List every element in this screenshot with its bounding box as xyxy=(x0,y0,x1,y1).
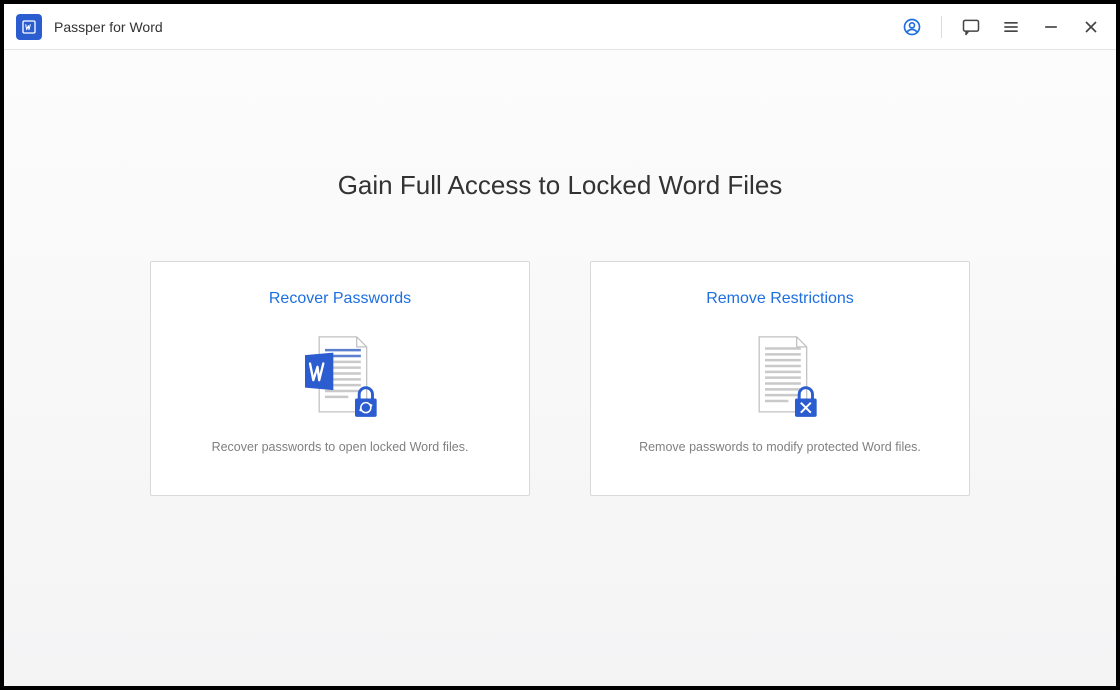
page-heading: Gain Full Access to Locked Word Files xyxy=(338,170,783,201)
card-description: Recover passwords to open locked Word fi… xyxy=(212,440,469,454)
title-bar: Passper for Word xyxy=(4,4,1116,50)
option-cards: Recover Passwords xyxy=(150,261,970,496)
recover-document-icon xyxy=(290,326,390,426)
minimize-button[interactable] xyxy=(1040,16,1062,38)
titlebar-divider xyxy=(941,16,942,38)
card-remove-restrictions[interactable]: Remove Restrictions xyxy=(590,261,970,496)
account-icon[interactable] xyxy=(901,16,923,38)
titlebar-actions xyxy=(901,16,1102,38)
card-title: Remove Restrictions xyxy=(706,290,854,308)
close-button[interactable] xyxy=(1080,16,1102,38)
card-description: Remove passwords to modify protected Wor… xyxy=(639,440,921,454)
main-area: Gain Full Access to Locked Word Files Re… xyxy=(4,50,1116,686)
card-title: Recover Passwords xyxy=(269,290,411,308)
app-logo-icon xyxy=(16,14,42,40)
restrictions-document-icon xyxy=(730,326,830,426)
feedback-icon[interactable] xyxy=(960,16,982,38)
menu-icon[interactable] xyxy=(1000,16,1022,38)
card-recover-passwords[interactable]: Recover Passwords xyxy=(150,261,530,496)
app-title: Passper for Word xyxy=(54,19,163,35)
